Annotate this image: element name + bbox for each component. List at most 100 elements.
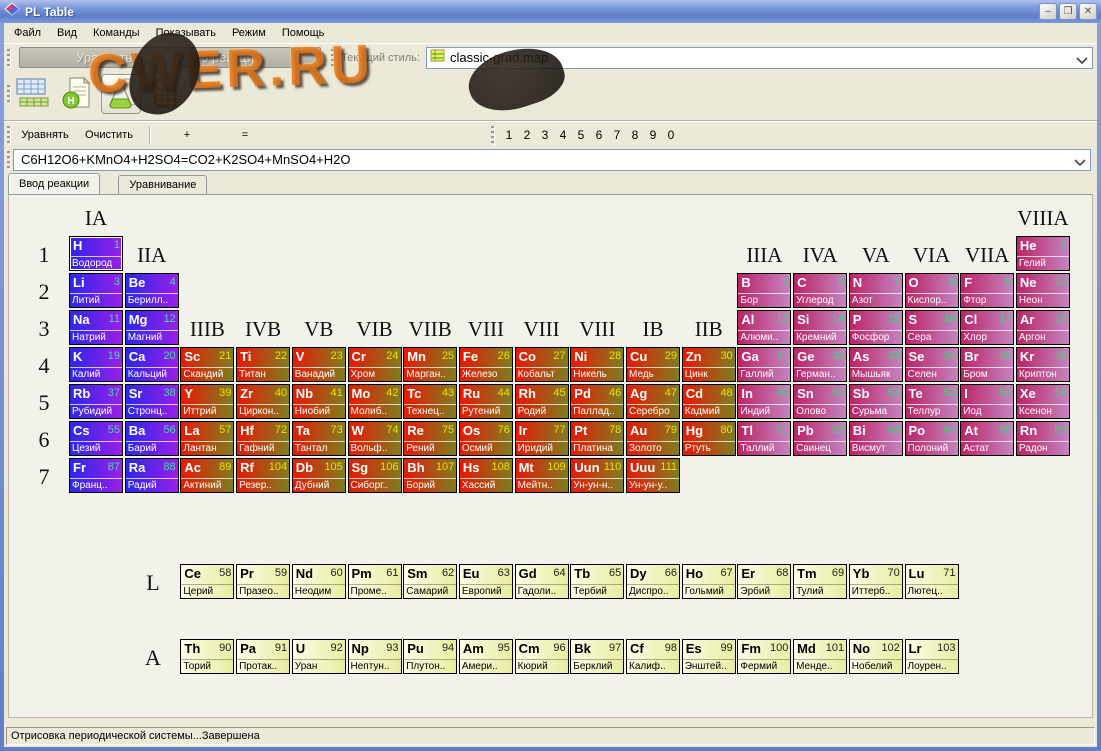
element-cell-Mg[interactable]: Mg12Магний bbox=[125, 310, 179, 345]
element-cell-Rb[interactable]: Rb37Рубидий bbox=[69, 384, 123, 419]
menu-item-Вид[interactable]: Вид bbox=[49, 23, 85, 44]
element-cell-Ti[interactable]: Ti22Титан bbox=[236, 347, 290, 382]
element-cell-Ac[interactable]: Ac89Актиний bbox=[180, 458, 234, 493]
tab-Уравнивание[interactable]: Уравнивание bbox=[118, 175, 207, 194]
element-cell-O[interactable]: O8Кислор.. bbox=[905, 273, 959, 308]
element-cell-Ba[interactable]: Ba56Барий bbox=[125, 421, 179, 456]
element-cell-Nb[interactable]: Nb41Ниобий bbox=[292, 384, 346, 419]
element-cell-Sb[interactable]: Sb51Сурьма bbox=[849, 384, 903, 419]
periodic-table-view-button[interactable] bbox=[13, 74, 53, 114]
element-cell-Hs[interactable]: Hs108Хассий bbox=[459, 458, 513, 493]
element-cell-Li[interactable]: Li3Литий bbox=[69, 273, 123, 308]
element-cell-Mo[interactable]: Mo42Молиб.. bbox=[348, 384, 402, 419]
element-cell-Cr[interactable]: Cr24Хром bbox=[348, 347, 402, 382]
element-cell-Xe[interactable]: Xe54Ксенон bbox=[1016, 384, 1070, 419]
menu-item-Показывать[interactable]: Показывать bbox=[148, 23, 224, 44]
element-cell-Br[interactable]: Br35Бром bbox=[960, 347, 1014, 382]
minimize-button[interactable]: – bbox=[1039, 3, 1057, 20]
element-cell-Sn[interactable]: Sn50Олово bbox=[793, 384, 847, 419]
digit-button-3[interactable]: 3 bbox=[537, 125, 553, 145]
element-cell-Db[interactable]: Db105Дубний bbox=[292, 458, 346, 493]
element-cell-Tl[interactable]: Tl81Таллий bbox=[737, 421, 791, 456]
element-cell-Rn[interactable]: Rn86Радон bbox=[1016, 421, 1070, 456]
digit-button-1[interactable]: 1 bbox=[501, 125, 517, 145]
element-cell-Te[interactable]: Te52Теллур bbox=[905, 384, 959, 419]
element-cell-Th[interactable]: Th90Торий bbox=[180, 639, 234, 674]
element-cell-W[interactable]: W74Вольф.. bbox=[348, 421, 402, 456]
element-cell-Cl[interactable]: Cl17Хлор bbox=[960, 310, 1014, 345]
element-cell-Ni[interactable]: Ni28Никель bbox=[570, 347, 624, 382]
element-cell-Ir[interactable]: Ir77Иридий bbox=[515, 421, 569, 456]
element-cell-P[interactable]: P15Фосфор bbox=[849, 310, 903, 345]
element-cell-Dy[interactable]: Dy66Диспро.. bbox=[626, 564, 680, 599]
element-cell-Ga[interactable]: Ga31Галлий bbox=[737, 347, 791, 382]
element-cell-Ca[interactable]: Ca20Кальций bbox=[125, 347, 179, 382]
element-cell-Y[interactable]: Y39Иттрий bbox=[180, 384, 234, 419]
element-cell-Cf[interactable]: Cf98Калиф.. bbox=[626, 639, 680, 674]
element-cell-Am[interactable]: Am95Амери.. bbox=[459, 639, 513, 674]
element-cell-Hg[interactable]: Hg80Ртуть bbox=[682, 421, 736, 456]
element-cell-Hf[interactable]: Hf72Гафний bbox=[236, 421, 290, 456]
digit-button-7[interactable]: 7 bbox=[609, 125, 625, 145]
element-cell-Uuu[interactable]: Uuu111Ун-ун-у.. bbox=[626, 458, 680, 493]
element-cell-Sg[interactable]: Sg106Сиборг.. bbox=[348, 458, 402, 493]
element-cell-Cm[interactable]: Cm96Кюрий bbox=[515, 639, 569, 674]
element-cell-Mt[interactable]: Mt109Мейтн.. bbox=[515, 458, 569, 493]
element-cell-U[interactable]: U92Уран bbox=[292, 639, 346, 674]
toolbar-grip[interactable] bbox=[331, 49, 334, 67]
digit-button-9[interactable]: 9 bbox=[645, 125, 661, 145]
digit-button-4[interactable]: 4 bbox=[555, 125, 571, 145]
element-cell-Zr[interactable]: Zr40Циркон.. bbox=[236, 384, 290, 419]
element-cell-Pd[interactable]: Pd46Паллад.. bbox=[570, 384, 624, 419]
balance-reaction-button[interactable]: Уравнять химическую реакцию bbox=[19, 47, 321, 68]
element-cell-Si[interactable]: Si14Кремний bbox=[793, 310, 847, 345]
element-cell-Uun[interactable]: Uun110Ун-ун-н.. bbox=[570, 458, 624, 493]
tab-Ввод реакции[interactable]: Ввод реакции bbox=[8, 173, 100, 194]
element-cell-Er[interactable]: Er68Эрбий bbox=[737, 564, 791, 599]
style-combobox[interactable]: classic-grad.map bbox=[426, 47, 1093, 69]
element-cell-I[interactable]: I53Иод bbox=[960, 384, 1014, 419]
element-cell-At[interactable]: At85Астат bbox=[960, 421, 1014, 456]
menu-item-Файл[interactable]: Файл bbox=[6, 23, 49, 44]
menu-item-Помощь[interactable]: Помощь bbox=[274, 23, 333, 44]
toolbar-grip[interactable] bbox=[491, 126, 494, 144]
element-cell-Sc[interactable]: Sc21Скандий bbox=[180, 347, 234, 382]
element-cell-Rh[interactable]: Rh45Родий bbox=[515, 384, 569, 419]
element-cell-Eu[interactable]: Eu63Европий bbox=[459, 564, 513, 599]
element-cell-Kr[interactable]: Kr36Криптон bbox=[1016, 347, 1070, 382]
toolbar-grip[interactable] bbox=[7, 49, 10, 67]
element-cell-Co[interactable]: Co27Кобальт bbox=[515, 347, 569, 382]
element-cell-Pt[interactable]: Pt78Платина bbox=[570, 421, 624, 456]
element-cell-Tm[interactable]: Tm69Тулий bbox=[793, 564, 847, 599]
element-cell-K[interactable]: K19Калий bbox=[69, 347, 123, 382]
toolbar-grip[interactable] bbox=[7, 126, 10, 144]
element-cell-Mn[interactable]: Mn25Марган.. bbox=[403, 347, 457, 382]
toolbar-grip[interactable] bbox=[7, 85, 10, 103]
digit-button-5[interactable]: 5 bbox=[573, 125, 589, 145]
element-cell-Ta[interactable]: Ta73Тантал bbox=[292, 421, 346, 456]
element-cell-Md[interactable]: Md101Менде.. bbox=[793, 639, 847, 674]
element-cell-Se[interactable]: Se34Селен bbox=[905, 347, 959, 382]
element-cell-H[interactable]: H1Водород bbox=[69, 236, 123, 271]
element-cell-V[interactable]: V23Ванадий bbox=[292, 347, 346, 382]
digit-button-0[interactable]: 0 bbox=[663, 125, 679, 145]
element-cell-Tc[interactable]: Tc43Технец.. bbox=[403, 384, 457, 419]
element-cell-C[interactable]: C6Углерод bbox=[793, 273, 847, 308]
menu-item-Команды[interactable]: Команды bbox=[85, 23, 148, 44]
element-cell-Os[interactable]: Os76Осмий bbox=[459, 421, 513, 456]
element-cell-N[interactable]: N7Азот bbox=[849, 273, 903, 308]
toolbar-grip[interactable] bbox=[7, 151, 10, 169]
element-cell-Po[interactable]: Po84Полоний bbox=[905, 421, 959, 456]
element-cell-Al[interactable]: Al13Алюми.. bbox=[737, 310, 791, 345]
element-cell-Pr[interactable]: Pr59Празео.. bbox=[236, 564, 290, 599]
element-cell-Be[interactable]: Be4Берилл.. bbox=[125, 273, 179, 308]
element-cell-Np[interactable]: Np93Нептун.. bbox=[348, 639, 402, 674]
element-cell-Sm[interactable]: Sm62Самарий bbox=[403, 564, 457, 599]
element-cell-Es[interactable]: Es99Энштей.. bbox=[682, 639, 736, 674]
element-info-button[interactable]: H bbox=[57, 74, 97, 114]
plus-button[interactable]: + bbox=[158, 125, 216, 146]
element-cell-Pb[interactable]: Pb82Свинец bbox=[793, 421, 847, 456]
element-cell-As[interactable]: As33Мышьяк bbox=[849, 347, 903, 382]
element-cell-Pa[interactable]: Pa91Протак.. bbox=[236, 639, 290, 674]
element-cell-Cs[interactable]: Cs55Цезий bbox=[69, 421, 123, 456]
